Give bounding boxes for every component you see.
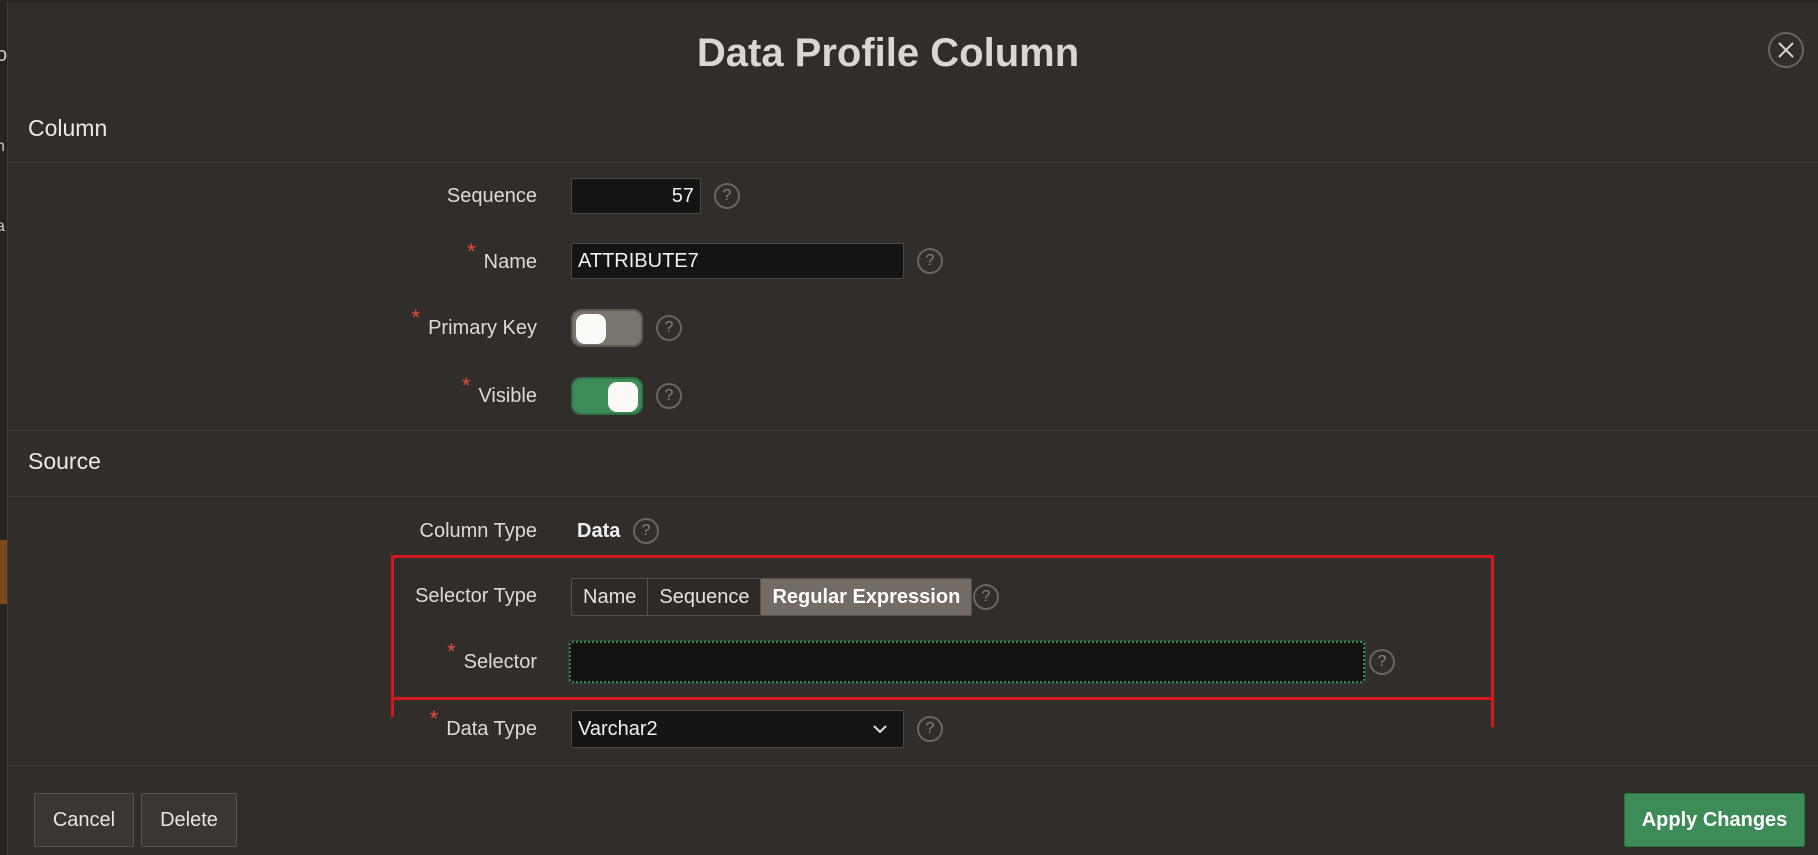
visible-row: * Visible ?	[8, 373, 1818, 415]
help-icon[interactable]: ?	[973, 584, 999, 610]
required-asterisk: *	[447, 639, 456, 664]
selector-input[interactable]	[568, 640, 1366, 684]
column-type-label: Column Type	[419, 520, 537, 542]
sequence-input[interactable]: 57	[571, 178, 701, 214]
selector-type-row: Selector Type Name Sequence Regular Expr…	[8, 576, 1818, 616]
selector-label: * Selector	[447, 639, 537, 673]
cancel-button[interactable]: Cancel	[34, 793, 134, 847]
background-text-fragment: a	[0, 218, 5, 235]
section-title-source: Source	[28, 448, 101, 474]
close-button[interactable]	[1768, 32, 1804, 68]
data-type-select[interactable]: Varchar2	[571, 710, 904, 748]
section-divider	[8, 496, 1818, 497]
column-type-value: Data	[577, 520, 621, 542]
selector-type-option-name[interactable]: Name	[572, 579, 649, 615]
toggle-knob	[576, 314, 606, 344]
name-label: * Name	[467, 239, 537, 273]
selector-type-label: Selector Type	[415, 585, 537, 607]
visible-toggle[interactable]	[571, 377, 643, 415]
primary-key-label: * Primary Key	[411, 305, 537, 339]
help-icon[interactable]: ?	[1369, 649, 1395, 675]
name-input[interactable]: ATTRIBUTE7	[571, 243, 904, 279]
dialog-title: Data Profile Column	[696, 31, 1080, 75]
data-type-row: * Data Type Varchar2 ?	[8, 706, 1818, 748]
background-text-fragment: h	[0, 138, 5, 155]
delete-button[interactable]: Delete	[141, 793, 237, 847]
help-icon[interactable]: ?	[633, 518, 659, 544]
help-icon[interactable]: ?	[714, 183, 740, 209]
help-icon[interactable]: ?	[656, 315, 682, 341]
section-divider	[8, 430, 1818, 431]
primary-key-row: * Primary Key ?	[8, 305, 1818, 347]
toggle-knob	[608, 382, 638, 412]
data-type-selected-value: Varchar2	[578, 718, 658, 740]
section-divider	[8, 162, 1818, 163]
chevron-down-icon	[873, 725, 887, 734]
selector-type-option-sequence[interactable]: Sequence	[648, 579, 762, 615]
data-type-label: * Data Type	[429, 706, 537, 740]
selector-row: * Selector ?	[8, 639, 1818, 684]
sequence-label: Sequence	[446, 185, 537, 207]
required-asterisk: *	[429, 706, 439, 731]
required-asterisk: *	[467, 239, 476, 264]
primary-key-toggle[interactable]	[571, 309, 643, 347]
help-icon[interactable]: ?	[917, 716, 943, 742]
apply-changes-button[interactable]: Apply Changes	[1624, 793, 1805, 847]
help-icon[interactable]: ?	[917, 248, 943, 274]
annotation-highlight-box-tail	[1491, 697, 1494, 727]
close-icon	[1778, 42, 1794, 58]
visible-label: * Visible	[461, 373, 537, 407]
annotation-highlight-box-tail	[391, 697, 394, 717]
footer-divider	[8, 765, 1818, 766]
data-profile-column-dialog: Data Profile Column Column Sequence 57 ?…	[7, 2, 1818, 855]
background-highlight	[0, 540, 7, 604]
selector-type-option-regular-expression[interactable]: Regular Expression	[761, 579, 972, 615]
required-asterisk: *	[411, 305, 421, 330]
sequence-row: Sequence 57 ?	[8, 176, 1818, 216]
section-title-column: Column	[28, 115, 108, 141]
column-type-row: Column Type Data ?	[8, 511, 1818, 551]
selector-type-segmented-control: Name Sequence Regular Expression	[571, 578, 973, 616]
name-row: * Name ATTRIBUTE7 ?	[8, 239, 1818, 281]
required-asterisk: *	[461, 373, 471, 398]
help-icon[interactable]: ?	[656, 383, 682, 409]
